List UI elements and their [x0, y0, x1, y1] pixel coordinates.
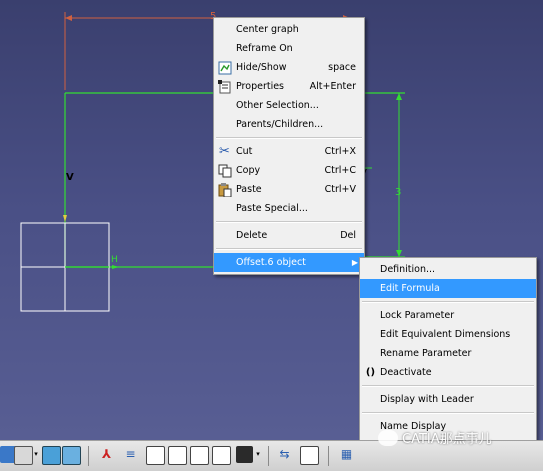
submenu-item-deactivate[interactable]: () Deactivate [360, 363, 536, 382]
menu-separator [216, 137, 362, 139]
menu-item-reframe-on[interactable]: Reframe On [214, 39, 364, 58]
menu-item-center-graph[interactable]: Center graph [214, 20, 364, 39]
toolbar-tree-icon-1[interactable] [146, 446, 165, 465]
menu-item-offset-object[interactable]: Offset.6 object ▶ [214, 253, 364, 272]
menu-item-paste-special[interactable]: Paste Special... [214, 199, 364, 218]
menu-item-cut[interactable]: ✂ Cut Ctrl+X [214, 142, 364, 161]
toolbar-dropdown-icon-2[interactable]: ▾ [254, 446, 262, 463]
paste-icon [217, 182, 232, 197]
menu-item-properties[interactable]: Properties Alt+Enter [214, 77, 364, 96]
deactivate-icon: () [365, 367, 376, 378]
watermark: CATIA那点事儿 [378, 428, 492, 447]
submenu-item-display-with-leader[interactable]: Display with Leader [360, 390, 536, 409]
menu-item-parents-children[interactable]: Parents/Children... [214, 115, 364, 134]
toolbar-separator [328, 446, 329, 466]
constraint-v-label: V [66, 172, 74, 183]
submenu-item-edit-equivalent-dimensions[interactable]: Edit Equivalent Dimensions [360, 325, 536, 344]
toolbar-render-icon[interactable] [62, 446, 81, 465]
toolbar-measure-icon[interactable]: ⇆ [276, 446, 293, 463]
submenu-item-rename-parameter[interactable]: Rename Parameter [360, 344, 536, 363]
properties-icon [217, 79, 232, 94]
submenu-item-lock-parameter[interactable]: Lock Parameter [360, 306, 536, 325]
dim-right-text: 3 [395, 187, 401, 198]
toolbar-separator [88, 446, 89, 466]
wechat-logo-icon [378, 429, 398, 446]
menu-item-other-selection[interactable]: Other Selection... [214, 96, 364, 115]
scissors-icon: ✂ [219, 144, 230, 159]
menu-separator [216, 248, 362, 250]
toolbar-tree-icon-4[interactable] [212, 446, 231, 465]
hide-show-icon [217, 60, 232, 75]
submenu-item-edit-formula[interactable]: Edit Formula [360, 279, 536, 298]
toolbar-cube-icon[interactable] [236, 446, 253, 463]
toolbar-cylinder-icon[interactable] [14, 446, 33, 465]
menu-item-hide-show[interactable]: Hide/Show space [214, 58, 364, 77]
toolbar-view-icon[interactable] [42, 446, 61, 465]
menu-item-copy[interactable]: Copy Ctrl+C [214, 161, 364, 180]
constraint-h-label: H [111, 255, 118, 265]
toolbar-grid-icon[interactable]: ▦ [338, 446, 355, 463]
menu-separator [216, 221, 362, 223]
menu-separator [362, 412, 534, 414]
dim-arrow-left [65, 15, 72, 21]
toolbar-dropdown-icon[interactable]: ▾ [32, 446, 40, 463]
toolbar-tree-icon-3[interactable] [190, 446, 209, 465]
toolbar-doc-icon[interactable] [300, 446, 319, 465]
toolbar-tree-icon-2[interactable] [168, 446, 187, 465]
menu-separator [362, 301, 534, 303]
toolbar-separator [268, 446, 269, 466]
toolbar-stack-icon[interactable]: ≡ [122, 446, 139, 463]
menu-item-delete[interactable]: Delete Del [214, 226, 364, 245]
watermark-text: CATIA那点事儿 [402, 432, 492, 447]
menu-separator [362, 385, 534, 387]
toolbar-axis-icon[interactable]: ⅄ [98, 446, 115, 463]
menu-item-paste[interactable]: Paste Ctrl+V [214, 180, 364, 199]
context-menu: Center graph Reframe On Hide/Show space … [213, 17, 365, 275]
submenu-item-definition[interactable]: Definition... [360, 260, 536, 279]
submenu-arrow-icon: ▶ [351, 258, 358, 267]
copy-icon [217, 163, 232, 178]
